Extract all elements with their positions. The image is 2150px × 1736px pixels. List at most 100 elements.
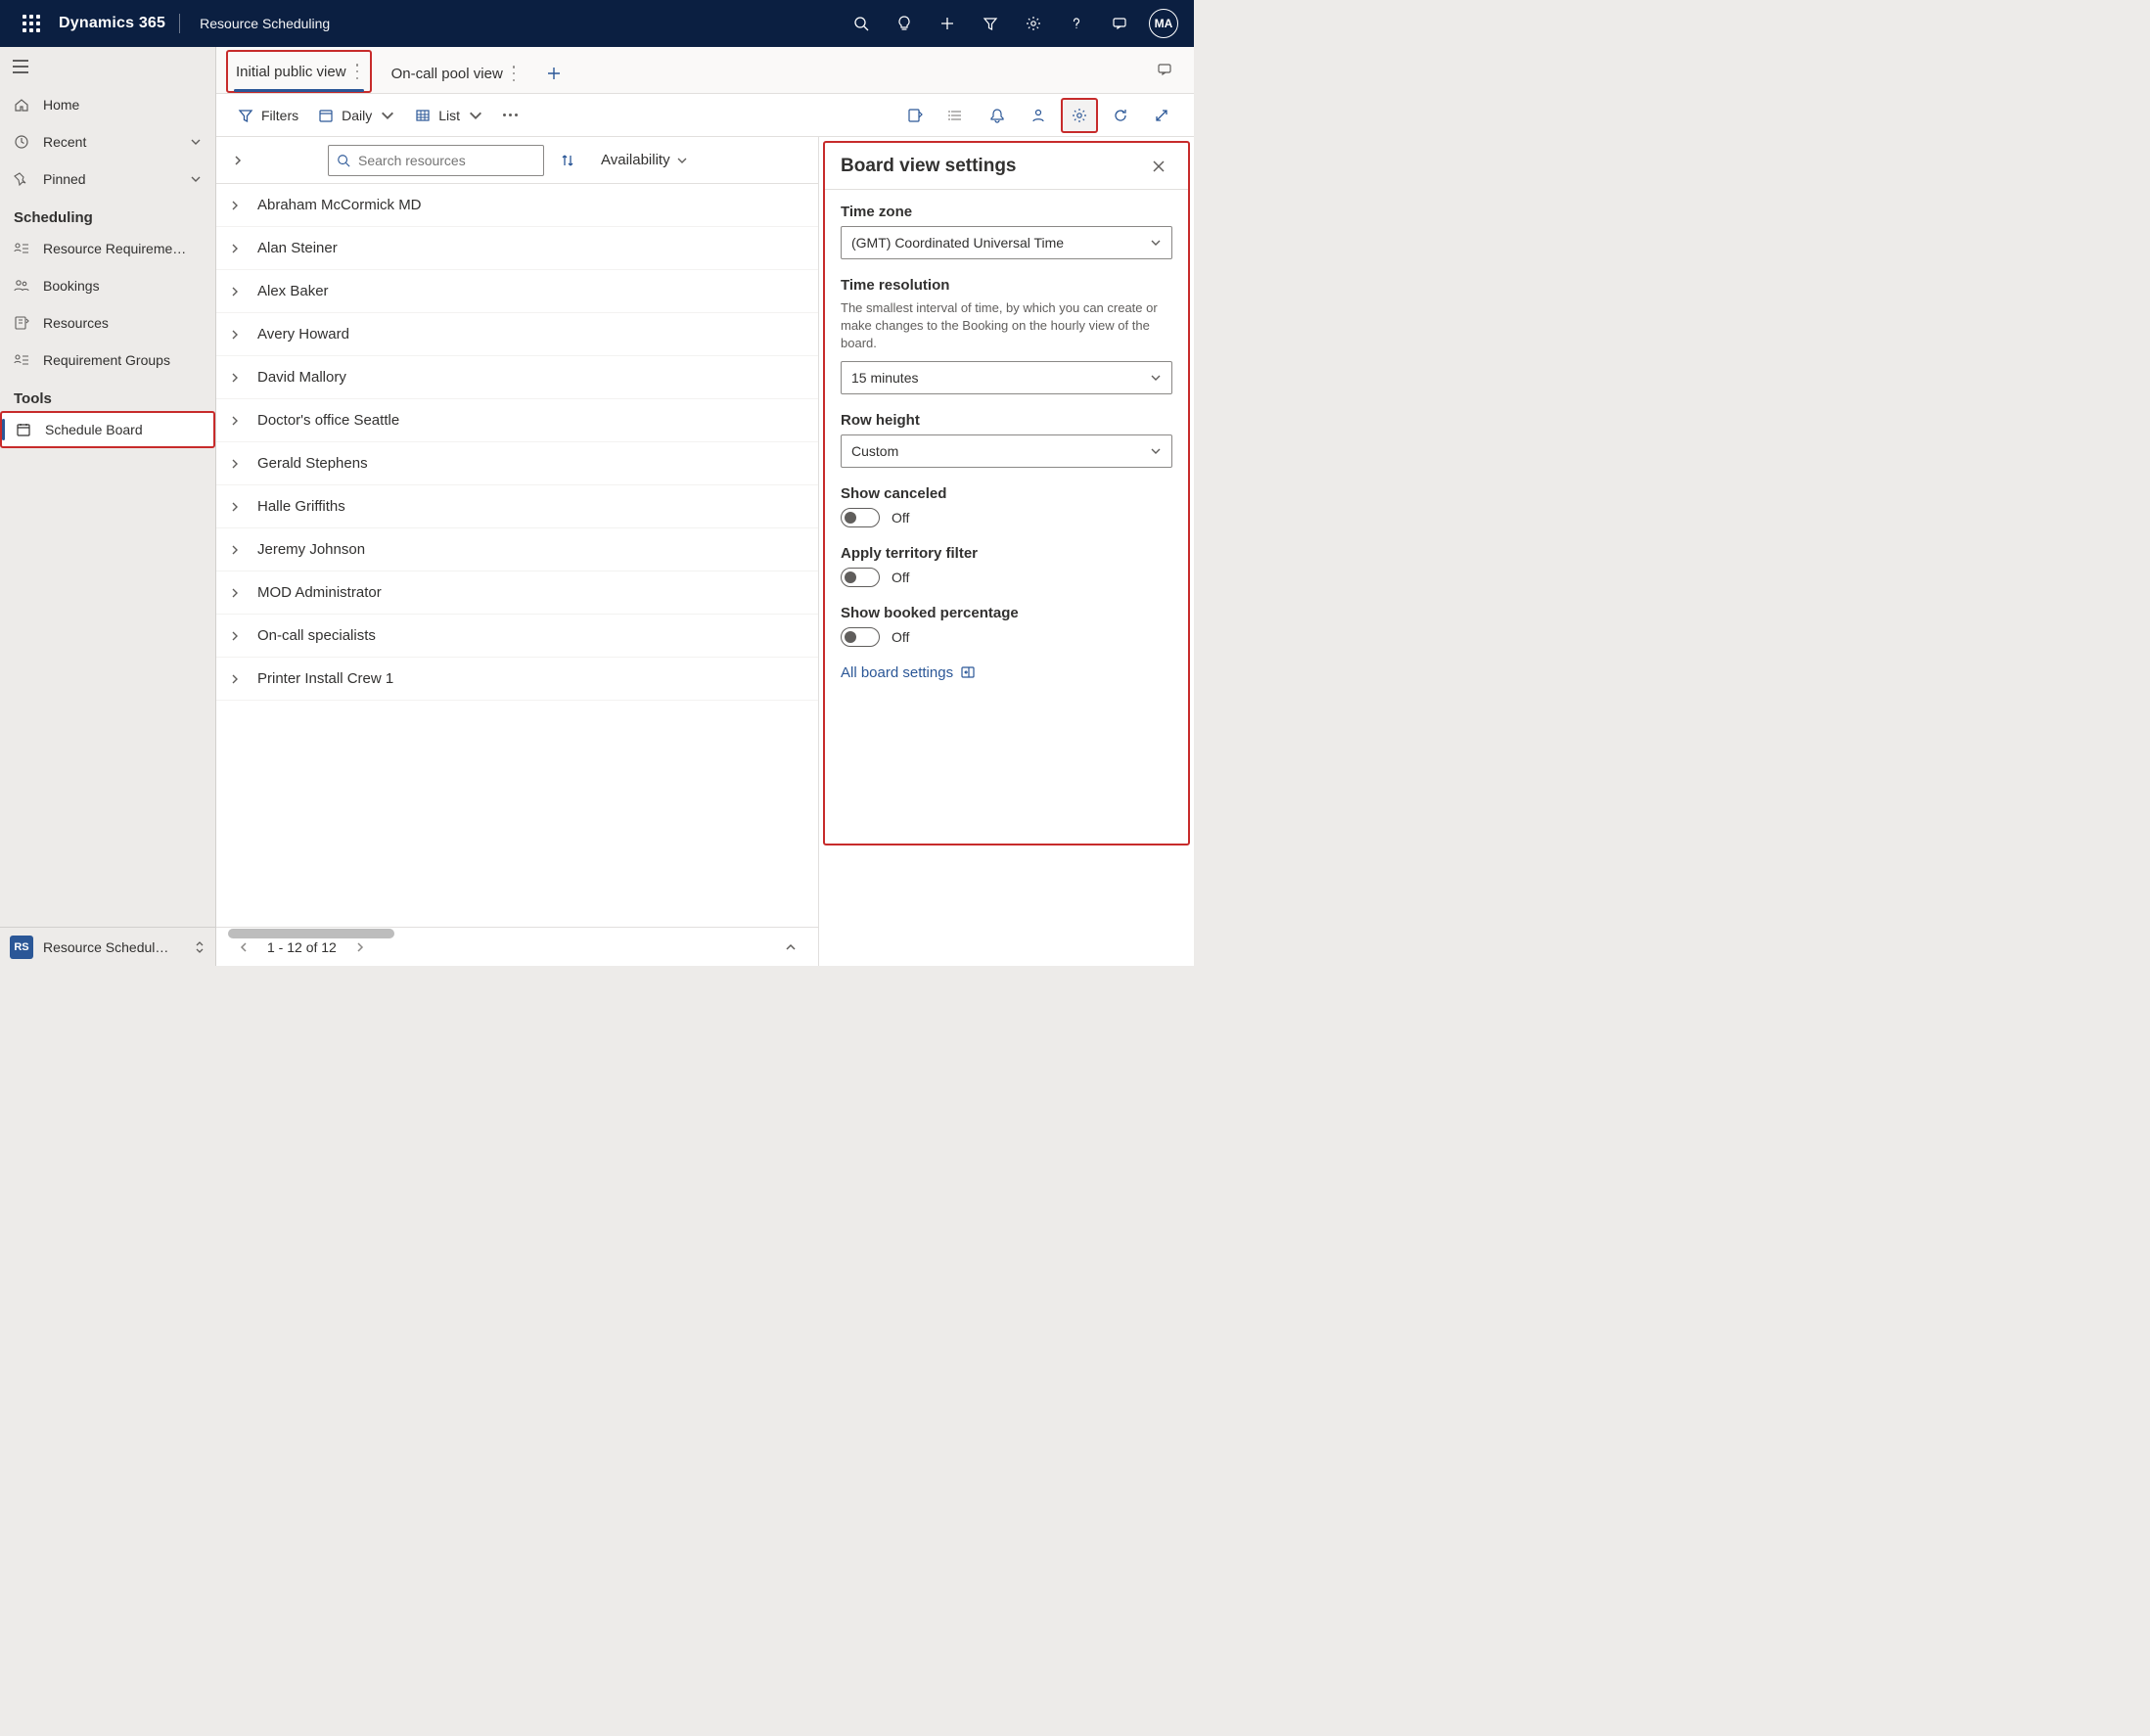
plus-icon bbox=[939, 16, 955, 31]
funnel-icon bbox=[983, 16, 998, 31]
nav-bookings-label: Bookings bbox=[43, 278, 100, 294]
resource-name: David Mallory bbox=[257, 369, 346, 386]
timeres-select[interactable]: 15 minutes bbox=[841, 361, 1172, 394]
chevron-right-icon bbox=[226, 459, 244, 469]
territory-toggle[interactable] bbox=[841, 568, 880, 587]
chevron-right-icon bbox=[226, 287, 244, 297]
nav-resource-reqs-label: Resource Requireme… bbox=[43, 241, 186, 256]
chevron-right-icon bbox=[226, 416, 244, 426]
expand-button[interactable] bbox=[1143, 98, 1180, 133]
search-button[interactable] bbox=[840, 0, 883, 47]
nav-recent[interactable]: Recent bbox=[0, 123, 215, 160]
area-badge: RS bbox=[10, 936, 33, 959]
chat-icon bbox=[1157, 62, 1172, 77]
resource-search-input[interactable] bbox=[358, 153, 535, 168]
tab-menu-icon[interactable] bbox=[513, 66, 519, 81]
refresh-button[interactable] bbox=[1102, 98, 1139, 133]
resource-row[interactable]: Gerald Stephens bbox=[216, 442, 818, 485]
people-button[interactable] bbox=[1020, 98, 1057, 133]
app-name[interactable]: Resource Scheduling bbox=[184, 16, 345, 31]
resource-row[interactable]: On-call specialists bbox=[216, 615, 818, 658]
idea-button[interactable] bbox=[883, 0, 926, 47]
user-avatar[interactable]: MA bbox=[1149, 9, 1178, 38]
nav-bookings[interactable]: Bookings bbox=[0, 267, 215, 304]
resource-search[interactable] bbox=[328, 145, 544, 176]
timezone-select[interactable]: (GMT) Coordinated Universal Time bbox=[841, 226, 1172, 259]
filter-button[interactable] bbox=[969, 0, 1012, 47]
filters-button[interactable]: Filters bbox=[230, 98, 306, 133]
tab-menu-icon[interactable] bbox=[356, 64, 362, 79]
book-button[interactable] bbox=[896, 98, 934, 133]
resource-row[interactable]: Jeremy Johnson bbox=[216, 528, 818, 571]
booked-pct-toggle[interactable] bbox=[841, 627, 880, 647]
area-switcher[interactable]: RS Resource Schedul… bbox=[0, 927, 215, 966]
list-label: List bbox=[438, 108, 460, 123]
show-canceled-toggle[interactable] bbox=[841, 508, 880, 527]
sort-button[interactable] bbox=[554, 147, 581, 174]
resource-row[interactable]: Doctor's office Seattle bbox=[216, 399, 818, 442]
booked-pct-value: Off bbox=[892, 629, 909, 645]
resource-row[interactable]: Alex Baker bbox=[216, 270, 818, 313]
horizontal-scrollbar[interactable] bbox=[228, 929, 394, 938]
daily-dropdown[interactable]: Daily bbox=[310, 98, 403, 133]
tab-initial-label: Initial public view bbox=[236, 64, 346, 80]
chevron-down-icon bbox=[468, 108, 483, 123]
booked-pct-label: Show booked percentage bbox=[841, 605, 1172, 621]
timeres-label: Time resolution bbox=[841, 277, 1172, 294]
resource-row[interactable]: Abraham McCormick MD bbox=[216, 184, 818, 227]
availability-dropdown[interactable]: Availability bbox=[601, 152, 688, 168]
nav-section-tools: Tools bbox=[0, 379, 215, 411]
chevron-down-icon bbox=[1150, 372, 1162, 384]
settings-button[interactable] bbox=[1012, 0, 1055, 47]
resource-name: Doctor's office Seattle bbox=[257, 412, 399, 429]
gear-icon bbox=[1072, 108, 1087, 123]
app-launcher-button[interactable] bbox=[8, 0, 55, 47]
rowheight-select[interactable]: Custom bbox=[841, 434, 1172, 468]
nav-home[interactable]: Home bbox=[0, 86, 215, 123]
overflow-button[interactable] bbox=[495, 114, 525, 116]
notifications-button[interactable] bbox=[979, 98, 1016, 133]
chevron-right-icon bbox=[226, 545, 244, 555]
territory-label: Apply territory filter bbox=[841, 545, 1172, 562]
nav-collapse-button[interactable] bbox=[0, 47, 215, 86]
panel-close-button[interactable] bbox=[1145, 153, 1172, 180]
nav-resources[interactable]: Resources bbox=[0, 304, 215, 342]
timezone-value: (GMT) Coordinated Universal Time bbox=[851, 235, 1064, 251]
tab-initial-public-view[interactable]: Initial public view bbox=[226, 50, 372, 93]
help-button[interactable] bbox=[1055, 0, 1098, 47]
resource-list-header: Availability bbox=[216, 137, 818, 184]
board-settings-button[interactable] bbox=[1061, 98, 1098, 133]
pager-next[interactable] bbox=[348, 936, 372, 959]
nav-pinned[interactable]: Pinned bbox=[0, 160, 215, 198]
nav-resource-requirements[interactable]: Resource Requireme… bbox=[0, 230, 215, 267]
pager-prev[interactable] bbox=[232, 936, 255, 959]
resource-row[interactable]: David Mallory bbox=[216, 356, 818, 399]
nav-home-label: Home bbox=[43, 97, 79, 113]
all-board-settings-link[interactable]: All board settings bbox=[841, 664, 1172, 681]
resource-row[interactable]: Printer Install Crew 1 bbox=[216, 658, 818, 701]
resource-row[interactable]: MOD Administrator bbox=[216, 571, 818, 615]
chevron-right-icon bbox=[226, 588, 244, 598]
resource-row[interactable]: Alan Steiner bbox=[216, 227, 818, 270]
brand-label[interactable]: Dynamics 365 bbox=[55, 15, 175, 32]
tab-add-button[interactable] bbox=[534, 54, 573, 93]
chevron-right-icon bbox=[226, 631, 244, 641]
assistant-button[interactable] bbox=[1098, 0, 1141, 47]
resource-name: Avery Howard bbox=[257, 326, 349, 343]
person-icon bbox=[1030, 108, 1046, 123]
nav-schedule-board[interactable]: Schedule Board bbox=[0, 411, 215, 448]
tab-oncall-pool-view[interactable]: On-call pool view bbox=[382, 54, 528, 93]
tab-assistant-button[interactable] bbox=[1145, 46, 1184, 93]
resource-row[interactable]: Halle Griffiths bbox=[216, 485, 818, 528]
resource-rows: Abraham McCormick MD Alan Steiner Alex B… bbox=[216, 184, 818, 927]
expand-all-button[interactable] bbox=[226, 149, 250, 172]
nav-requirement-groups[interactable]: Requirement Groups bbox=[0, 342, 215, 379]
add-button[interactable] bbox=[926, 0, 969, 47]
chevron-down-icon bbox=[1150, 237, 1162, 249]
resource-row[interactable]: Avery Howard bbox=[216, 313, 818, 356]
collapse-footer[interactable] bbox=[779, 936, 802, 959]
chat-icon bbox=[1112, 16, 1127, 31]
details-button[interactable] bbox=[938, 98, 975, 133]
bell-icon bbox=[989, 108, 1005, 123]
list-dropdown[interactable]: List bbox=[407, 98, 491, 133]
